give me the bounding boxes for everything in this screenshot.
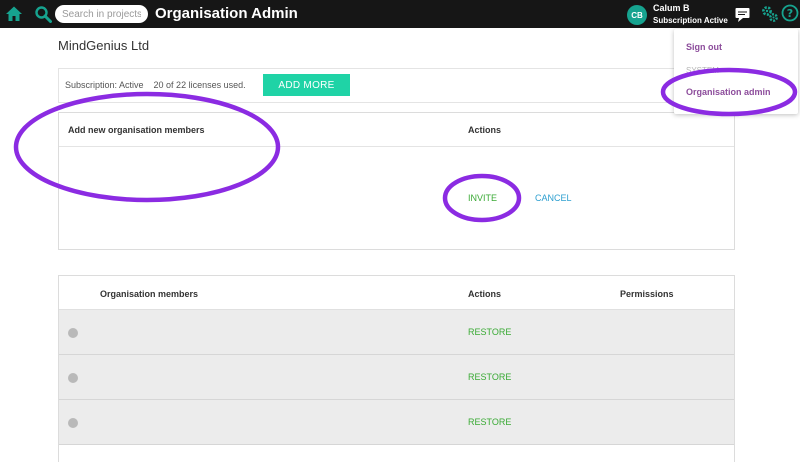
message-icon[interactable]	[734, 6, 751, 23]
home-icon[interactable]	[5, 5, 23, 23]
invite-header: Add new organisation members Actions	[59, 113, 734, 147]
restore-button[interactable]: RESTORE	[468, 372, 511, 382]
avatar[interactable]: CB	[627, 5, 647, 25]
actions-heading: Actions	[468, 289, 502, 299]
member-row: RESTORE	[59, 355, 734, 400]
svg-text:?: ?	[787, 7, 793, 20]
member-avatar	[68, 418, 78, 428]
add-members-heading: Add new organisation members	[68, 125, 205, 135]
user-dropdown-menu: Sign out SYSTEM Organisation admin	[674, 29, 798, 114]
subscription-text: Subscription: Active 20 of 22 licenses u…	[65, 80, 246, 90]
search-input[interactable]	[55, 5, 148, 23]
members-header: Organisation members Actions Permissions	[59, 276, 734, 310]
restore-button[interactable]: RESTORE	[468, 327, 511, 337]
member-avatar	[68, 373, 78, 383]
menu-item-organisation-admin[interactable]: Organisation admin	[686, 87, 771, 97]
subscription-bar: Subscription: Active 20 of 22 licenses u…	[58, 68, 678, 103]
page-title: Organisation Admin	[155, 5, 298, 22]
member-row: RESTORE	[59, 400, 734, 445]
members-heading: Organisation members	[100, 289, 199, 299]
top-bar: Organisation Admin CB Calum B Subscripti…	[0, 0, 800, 28]
menu-section-system: SYSTEM	[686, 66, 719, 75]
search-icon[interactable]	[34, 5, 52, 23]
user-name[interactable]: Calum B	[653, 3, 690, 13]
restore-button[interactable]: RESTORE	[468, 417, 511, 427]
actions-heading: Actions	[468, 125, 502, 135]
cancel-button[interactable]: CANCEL	[535, 193, 572, 203]
member-avatar	[68, 328, 78, 338]
add-more-button[interactable]: ADD MORE	[263, 74, 350, 96]
invite-button[interactable]: INVITE	[468, 193, 497, 203]
permissions-heading: Permissions	[620, 289, 674, 299]
help-icon[interactable]: ?	[781, 4, 799, 22]
organisation-name: MindGenius Ltd	[58, 38, 150, 53]
members-panel: Organisation members Actions Permissions…	[58, 275, 735, 462]
subscription-status: Subscription Active	[653, 16, 728, 25]
invite-panel: Add new organisation members Actions INV…	[58, 112, 735, 250]
menu-item-sign-out[interactable]: Sign out	[686, 42, 722, 52]
gears-icon[interactable]	[760, 4, 780, 24]
member-row: RESTORE	[59, 310, 734, 355]
